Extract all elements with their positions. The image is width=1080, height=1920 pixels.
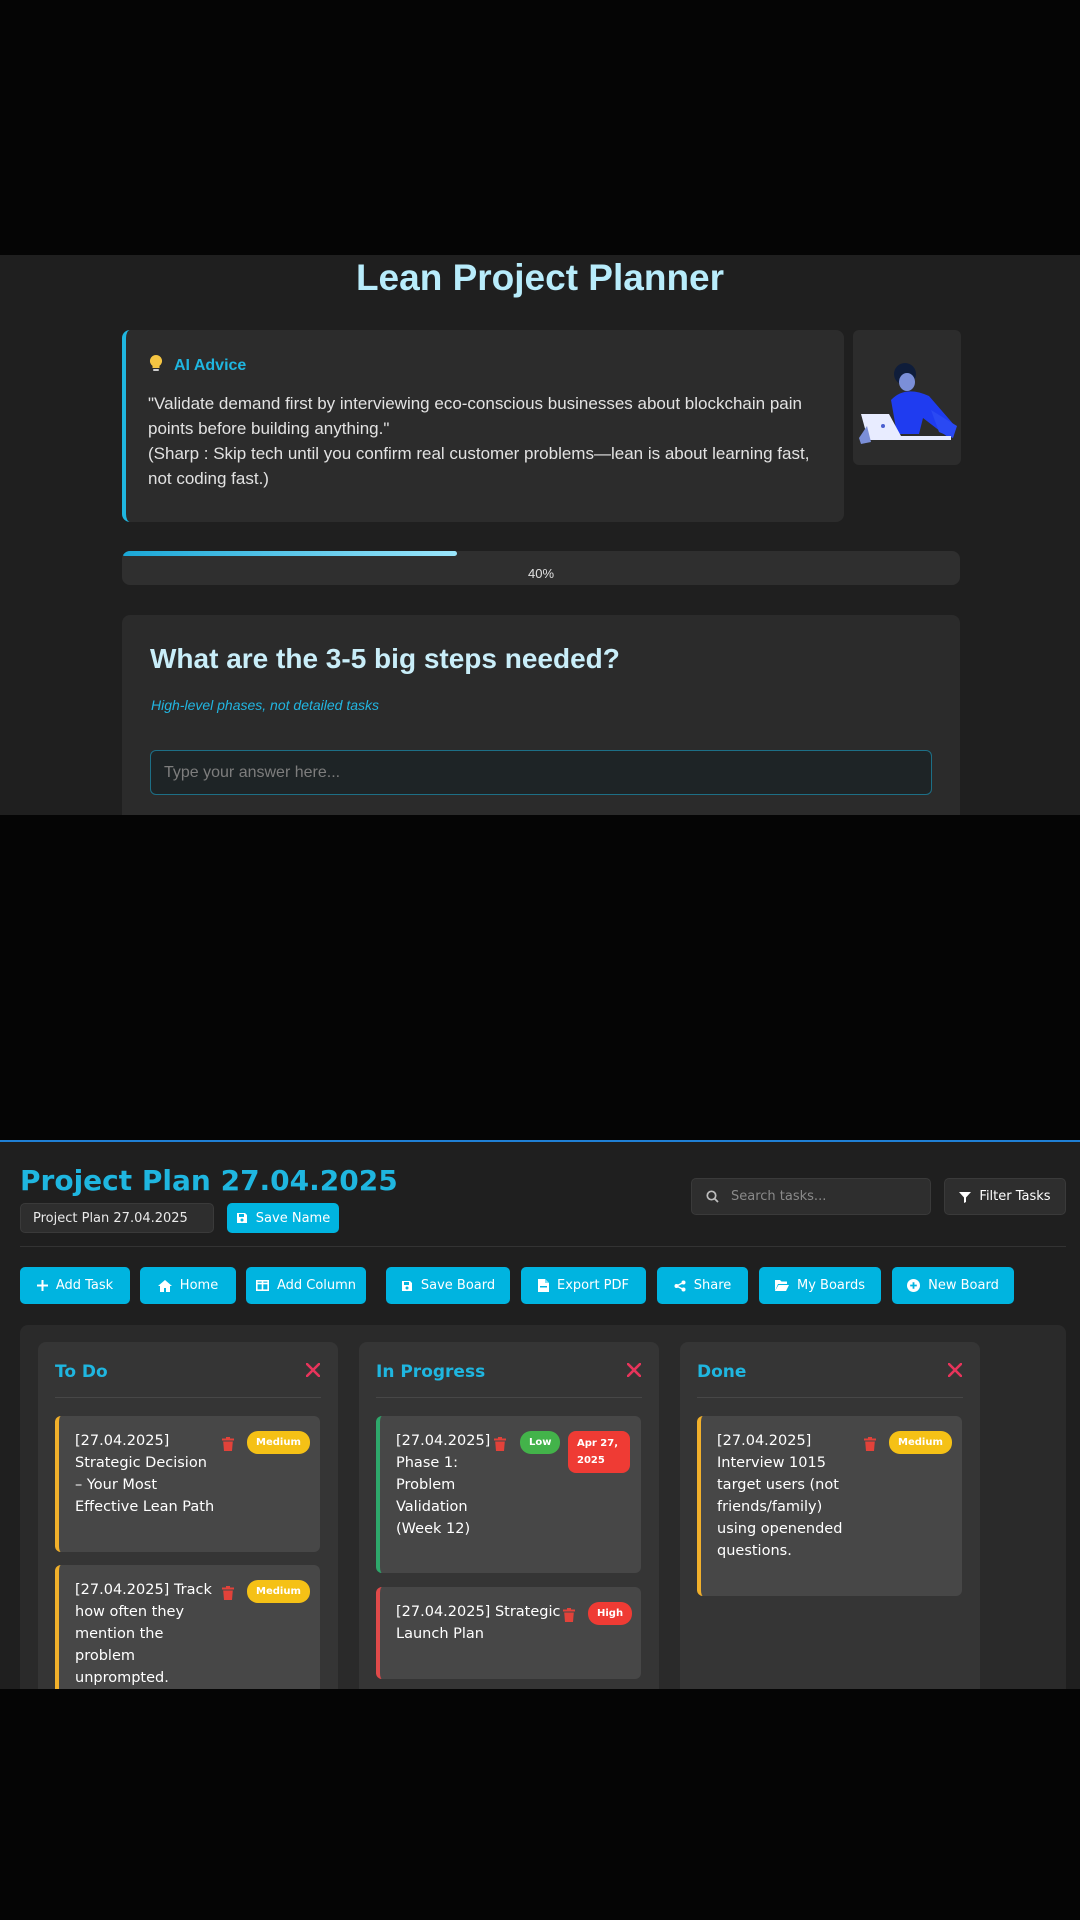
column-in-progress: In Progress [27.04.2025] Phase 1: Proble… xyxy=(359,1342,659,1689)
due-date-badge: Apr 27, 2025 xyxy=(568,1431,630,1473)
progress-fill xyxy=(122,551,458,556)
task-text: [27.04.2025] Strategic Decision – Your M… xyxy=(75,1433,215,1515)
task-text: [27.04.2025] Interview 1015 target users… xyxy=(717,1433,843,1559)
new-board-label: New Board xyxy=(928,1278,999,1293)
task-card[interactable]: [27.04.2025] Strategic Decision – Your M… xyxy=(55,1416,320,1552)
columns-icon xyxy=(255,1280,269,1291)
progress-label: 40% xyxy=(527,566,555,581)
my-boards-button[interactable]: My Boards xyxy=(759,1267,881,1304)
home-button[interactable]: Home xyxy=(140,1267,236,1304)
column-title: To Do xyxy=(55,1362,108,1382)
trash-icon[interactable] xyxy=(222,1586,234,1600)
question-title: What are the 3-5 big steps needed? xyxy=(150,643,620,674)
plus-icon xyxy=(36,1280,48,1291)
question-card: What are the 3-5 big steps needed? High-… xyxy=(122,615,960,815)
priority-badge: High xyxy=(588,1602,633,1625)
close-icon[interactable] xyxy=(945,1360,965,1380)
home-icon xyxy=(157,1279,172,1292)
board-name-input[interactable] xyxy=(20,1203,214,1233)
filter-tasks-button[interactable]: Filter Tasks xyxy=(944,1178,1066,1215)
priority-badge: Medium xyxy=(889,1431,952,1454)
planner-title: Lean Project Planner xyxy=(355,257,725,298)
planner-panel: Lean Project Planner AI Advice "Validate… xyxy=(0,255,1080,815)
export-pdf-label: Export PDF xyxy=(556,1278,629,1293)
priority-badge: Medium xyxy=(247,1580,310,1603)
ai-advice-card: AI Advice "Validate demand first by inte… xyxy=(122,330,844,522)
project-board: Project Plan 27.04.2025 Save Name Filter… xyxy=(0,1140,1080,1689)
share-icon xyxy=(674,1280,686,1291)
plus-circle-icon xyxy=(907,1279,921,1292)
my-boards-label: My Boards xyxy=(796,1278,866,1293)
export-pdf-button[interactable]: Export PDF xyxy=(521,1267,646,1304)
ai-advice-note: (Sharp : Skip tech until you confirm rea… xyxy=(148,444,810,488)
trash-icon[interactable] xyxy=(494,1437,506,1451)
trash-icon[interactable] xyxy=(222,1437,234,1451)
folder-open-icon xyxy=(774,1280,789,1291)
priority-badge: Low xyxy=(520,1431,561,1454)
column-title: In Progress xyxy=(376,1362,486,1382)
add-column-button[interactable]: Add Column xyxy=(246,1267,366,1304)
new-board-button[interactable]: New Board xyxy=(892,1267,1014,1304)
task-text: [27.04.2025] Track how often they mentio… xyxy=(75,1582,212,1686)
task-card[interactable]: [27.04.2025] Interview 1015 target users… xyxy=(697,1416,962,1596)
add-task-label: Add Task xyxy=(55,1278,114,1293)
column-divider xyxy=(55,1397,321,1398)
filter-tasks-label: Filter Tasks xyxy=(979,1189,1051,1204)
search-input[interactable] xyxy=(729,1188,913,1205)
save-icon xyxy=(401,1280,412,1291)
progress-bar: 40% xyxy=(122,551,960,585)
save-board-button[interactable]: Save Board xyxy=(386,1267,510,1304)
ai-advice-quote: "Validate demand first by interviewing e… xyxy=(148,394,802,438)
task-card[interactable]: [27.04.2025] Strategic Launch Plan High xyxy=(376,1587,641,1679)
pdf-icon xyxy=(537,1279,549,1292)
column-divider xyxy=(376,1397,642,1398)
close-icon[interactable] xyxy=(624,1360,644,1380)
question-hint: High-level phases, not detailed tasks xyxy=(151,697,380,713)
save-icon xyxy=(236,1213,247,1223)
column-title: Done xyxy=(697,1362,747,1382)
save-name-button[interactable]: Save Name xyxy=(227,1203,339,1233)
close-icon[interactable] xyxy=(303,1360,323,1380)
save-name-label: Save Name xyxy=(255,1210,331,1226)
task-text: [27.04.2025] Strategic Launch Plan xyxy=(396,1604,561,1642)
task-card[interactable]: [27.04.2025] Track how often they mentio… xyxy=(55,1565,320,1689)
save-board-label: Save Board xyxy=(420,1278,496,1293)
share-button[interactable]: Share xyxy=(657,1267,748,1304)
priority-badge: Medium xyxy=(247,1431,310,1454)
kanban-columns: To Do [27.04.2025] Strategic Decision – … xyxy=(20,1325,1066,1689)
header-divider xyxy=(20,1246,1066,1247)
search-icon xyxy=(706,1190,719,1203)
column-done: Done [27.04.2025] Interview 1015 target … xyxy=(680,1342,980,1689)
filter-icon xyxy=(959,1191,972,1203)
home-label: Home xyxy=(179,1278,219,1293)
person-laptop-illustration xyxy=(853,330,961,465)
answer-input[interactable] xyxy=(150,750,932,795)
ai-advice-header: AI Advice xyxy=(148,354,824,377)
add-task-button[interactable]: Add Task xyxy=(20,1267,130,1304)
add-column-label: Add Column xyxy=(276,1278,357,1293)
board-title: Project Plan 27.04.2025 xyxy=(20,1164,398,1197)
task-text: [27.04.2025] Phase 1: Problem Validation… xyxy=(396,1433,491,1537)
share-label: Share xyxy=(693,1278,732,1293)
search-box[interactable] xyxy=(691,1178,931,1215)
lightbulb-icon xyxy=(148,354,164,377)
trash-icon[interactable] xyxy=(563,1608,575,1622)
task-card[interactable]: [27.04.2025] Phase 1: Problem Validation… xyxy=(376,1416,641,1573)
column-todo: To Do [27.04.2025] Strategic Decision – … xyxy=(38,1342,338,1689)
trash-icon[interactable] xyxy=(864,1437,876,1451)
column-divider xyxy=(697,1397,963,1398)
ai-advice-label: AI Advice xyxy=(174,356,247,374)
